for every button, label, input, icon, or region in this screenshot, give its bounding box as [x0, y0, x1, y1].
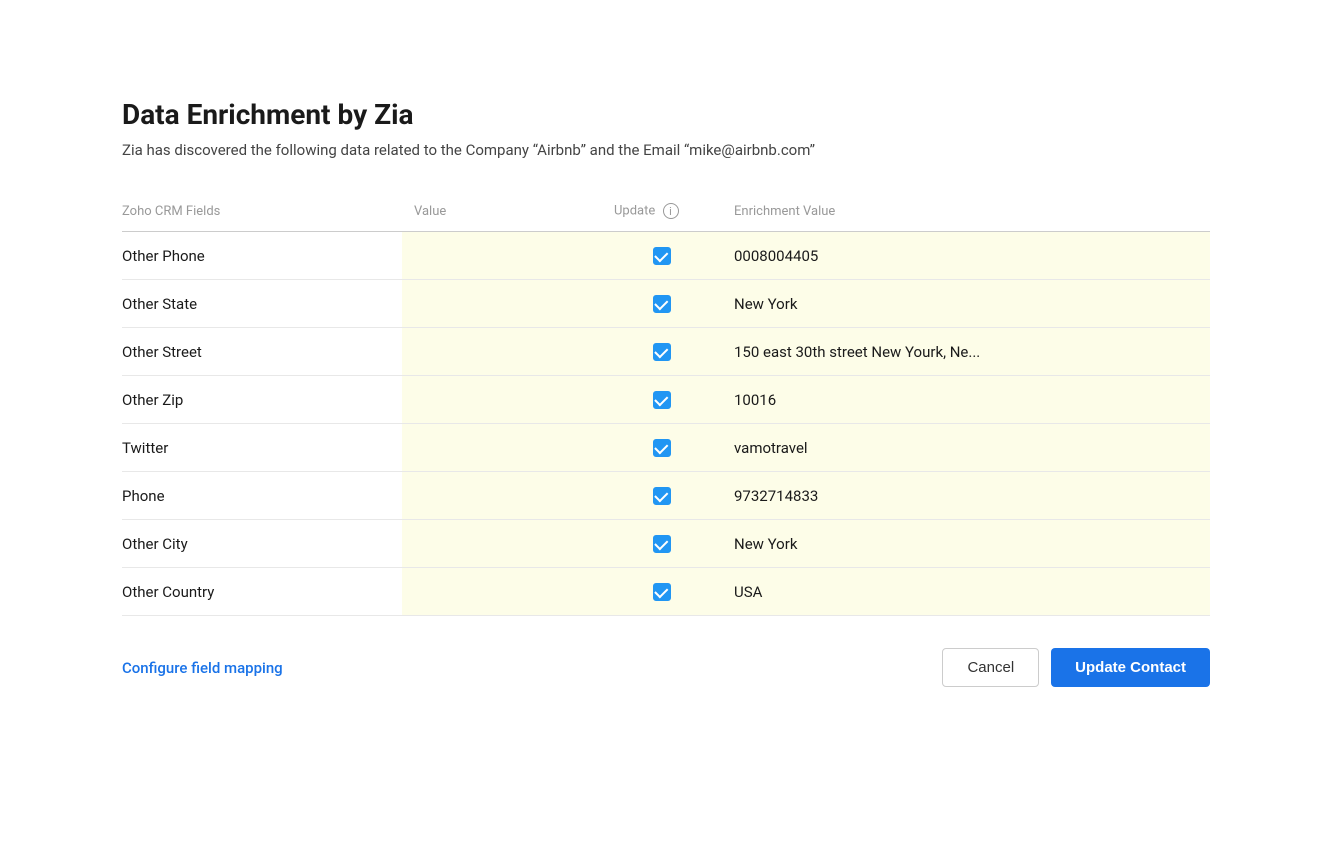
cell-current-value: [402, 424, 602, 472]
cell-field-name: Other State: [122, 280, 402, 328]
cell-enrichment-value: 150 east 30th street New Yourk, Ne...: [722, 328, 1210, 376]
cell-current-value: [402, 328, 602, 376]
modal-container: Data Enrichment by Zia Zia has discovere…: [66, 50, 1266, 800]
table-row: Other Zip 10016: [122, 376, 1210, 424]
checkbox-checked[interactable]: [653, 535, 671, 553]
cell-current-value: [402, 520, 602, 568]
cell-current-value: [402, 280, 602, 328]
cell-update-checkbox[interactable]: [602, 328, 722, 376]
info-icon[interactable]: i: [663, 203, 679, 219]
page-subtitle: Zia has discovered the following data re…: [122, 141, 1210, 159]
cell-enrichment-value: vamotravel: [722, 424, 1210, 472]
cell-current-value: [402, 376, 602, 424]
cell-enrichment-value: 10016: [722, 376, 1210, 424]
cell-update-checkbox[interactable]: [602, 424, 722, 472]
update-contact-button[interactable]: Update Contact: [1051, 648, 1210, 687]
cell-field-name: Other City: [122, 520, 402, 568]
footer: Configure field mapping Cancel Update Co…: [122, 648, 1210, 687]
cell-update-checkbox[interactable]: [602, 568, 722, 616]
configure-field-mapping-link[interactable]: Configure field mapping: [122, 659, 283, 677]
table-row: Other Country USA: [122, 568, 1210, 616]
cell-enrichment-value: USA: [722, 568, 1210, 616]
checkbox-checked[interactable]: [653, 247, 671, 265]
col-header-enrichment: Enrichment Value: [722, 195, 1210, 232]
enrichment-table: Zoho CRM Fields Value Update i Enrichmen…: [122, 195, 1210, 616]
cell-field-name: Other Phone: [122, 232, 402, 280]
checkbox-checked[interactable]: [653, 343, 671, 361]
cell-update-checkbox[interactable]: [602, 520, 722, 568]
cell-update-checkbox[interactable]: [602, 472, 722, 520]
cell-field-name: Phone: [122, 472, 402, 520]
col-header-value: Value: [402, 195, 602, 232]
cell-current-value: [402, 568, 602, 616]
cell-field-name: Other Country: [122, 568, 402, 616]
cell-update-checkbox[interactable]: [602, 232, 722, 280]
checkbox-checked[interactable]: [653, 295, 671, 313]
cell-field-name: Other Street: [122, 328, 402, 376]
cell-enrichment-value: New York: [722, 280, 1210, 328]
table-row: Other Phone 0008004405: [122, 232, 1210, 280]
cancel-button[interactable]: Cancel: [942, 648, 1039, 687]
table-row: Other City New York: [122, 520, 1210, 568]
table-row: Twitter vamotravel: [122, 424, 1210, 472]
col-header-crm: Zoho CRM Fields: [122, 195, 402, 232]
table-row: Other State New York: [122, 280, 1210, 328]
cell-enrichment-value: 9732714833: [722, 472, 1210, 520]
cell-field-name: Other Zip: [122, 376, 402, 424]
footer-buttons: Cancel Update Contact: [942, 648, 1210, 687]
table-header-row: Zoho CRM Fields Value Update i Enrichmen…: [122, 195, 1210, 232]
page-title: Data Enrichment by Zia: [122, 98, 1210, 131]
checkbox-checked[interactable]: [653, 487, 671, 505]
checkbox-checked[interactable]: [653, 439, 671, 457]
cell-update-checkbox[interactable]: [602, 376, 722, 424]
col-header-update-label: Update: [614, 203, 655, 218]
checkbox-checked[interactable]: [653, 583, 671, 601]
cell-field-name: Twitter: [122, 424, 402, 472]
cell-update-checkbox[interactable]: [602, 280, 722, 328]
cell-enrichment-value: New York: [722, 520, 1210, 568]
table-row: Phone 9732714833: [122, 472, 1210, 520]
cell-enrichment-value: 0008004405: [722, 232, 1210, 280]
col-header-update: Update i: [602, 195, 722, 232]
cell-current-value: [402, 232, 602, 280]
cell-current-value: [402, 472, 602, 520]
checkbox-checked[interactable]: [653, 391, 671, 409]
table-row: Other Street 150 east 30th street New You…: [122, 328, 1210, 376]
